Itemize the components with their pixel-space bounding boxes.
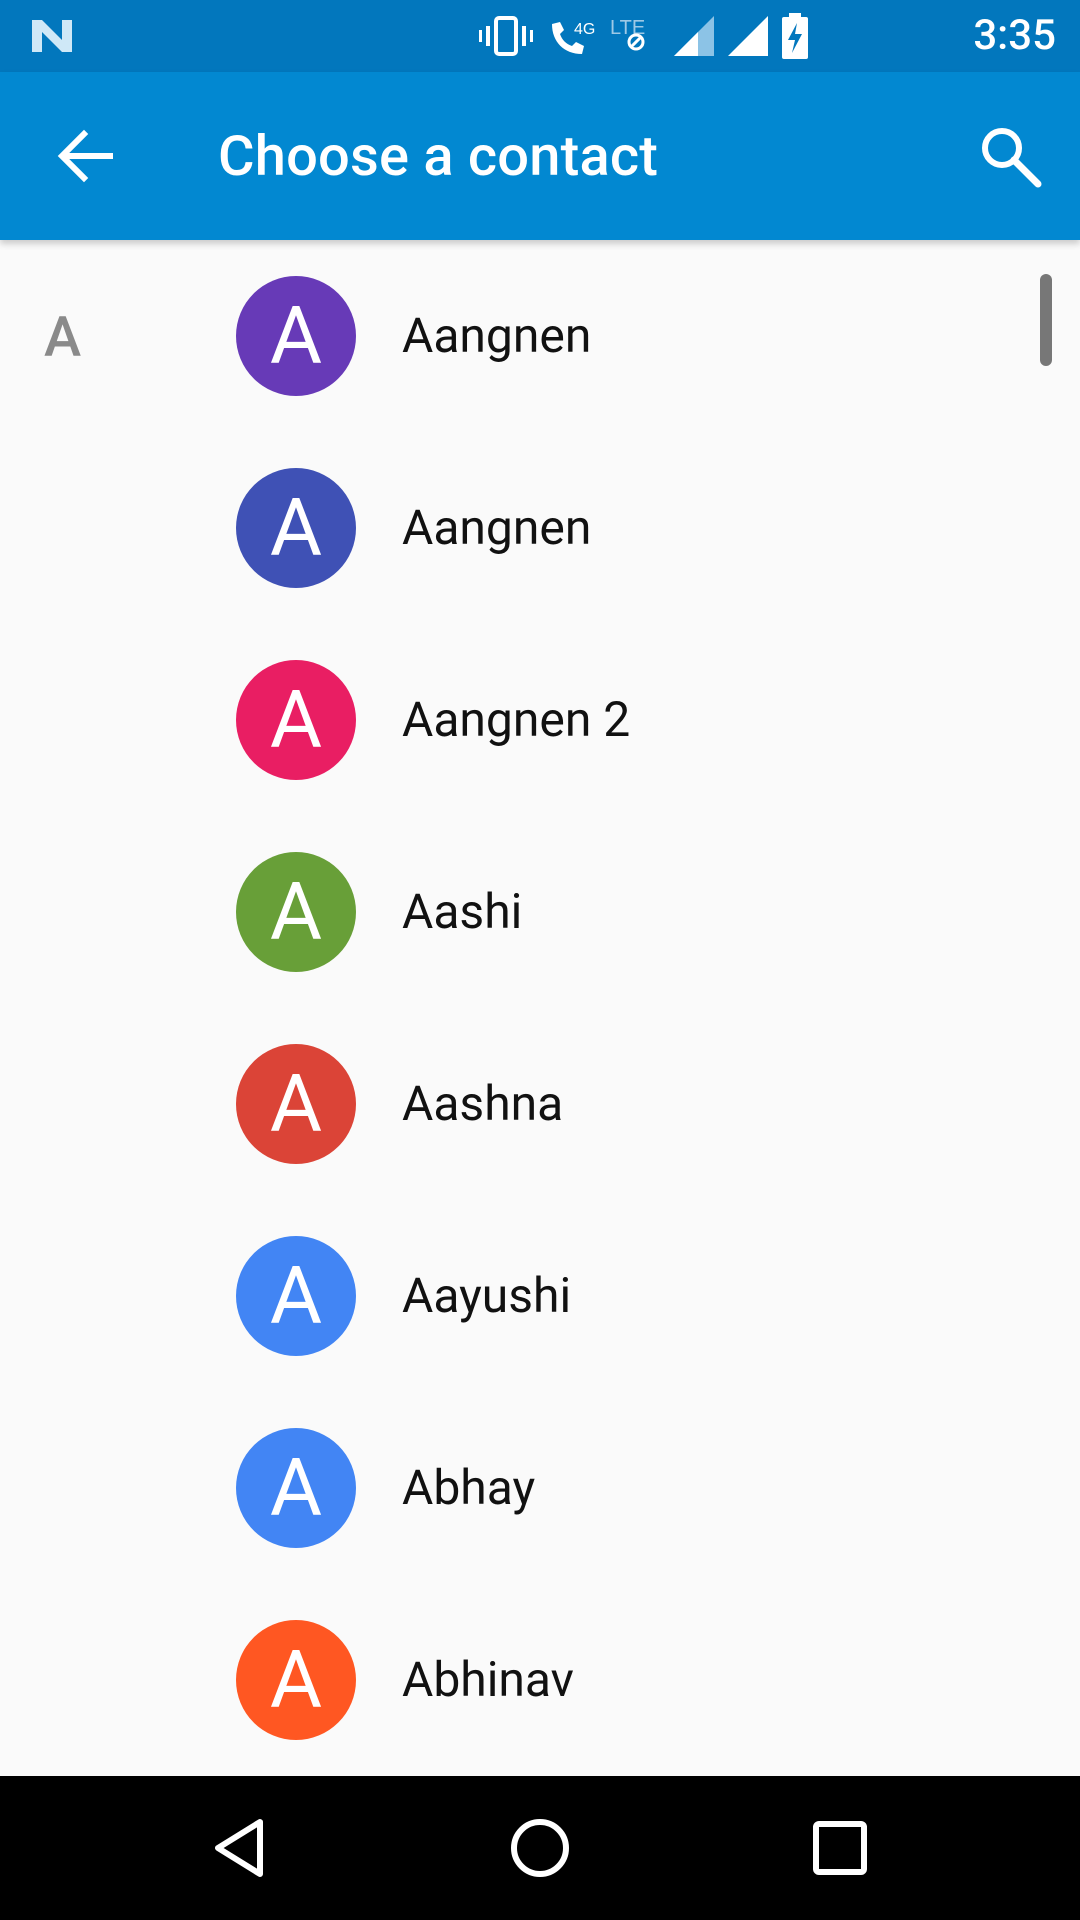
- back-arrow-icon[interactable]: [54, 124, 118, 188]
- nav-recents-icon[interactable]: [804, 1812, 876, 1884]
- contact-row[interactable]: A Aangnen 2: [0, 624, 1080, 816]
- status-bar: 4G LTE 3:35: [0, 0, 1080, 72]
- contact-row[interactable]: A Aangnen: [0, 240, 1080, 432]
- nav-back-icon[interactable]: [204, 1812, 276, 1884]
- contact-list[interactable]: A A Aangnen A Aangnen A Aangnen 2 A Aash…: [0, 240, 1080, 1776]
- avatar-initial: A: [269, 1441, 323, 1535]
- contact-name: Aangnen: [402, 499, 592, 556]
- contact-name: Aayushi: [402, 1267, 572, 1324]
- page-title: Choose a contact: [218, 123, 659, 189]
- contact-name: Aashna: [402, 1075, 564, 1132]
- avatar-initial: A: [269, 289, 323, 383]
- avatar-initial: A: [269, 1249, 323, 1343]
- status-icons: 4G LTE: [478, 13, 810, 59]
- battery-charging-icon: [782, 13, 808, 59]
- avatar-initial: A: [269, 673, 323, 767]
- contact-row[interactable]: A Aayushi: [0, 1200, 1080, 1392]
- contact-avatar: A: [236, 276, 356, 396]
- contact-avatar: A: [236, 468, 356, 588]
- contact-avatar: A: [236, 852, 356, 972]
- contact-name: Aangnen 2: [402, 691, 631, 748]
- signal-full-icon: [728, 16, 768, 56]
- avatar-initial: A: [269, 1057, 323, 1151]
- lte-icon: LTE: [610, 17, 645, 51]
- contact-avatar: A: [236, 1620, 356, 1740]
- contact-row[interactable]: A Abhay: [0, 1392, 1080, 1584]
- signal-icon: [674, 16, 714, 56]
- network-4g-label: 4G: [574, 21, 595, 38]
- call-4g-icon: 4G: [552, 21, 595, 54]
- avatar-initial: A: [269, 865, 323, 959]
- status-clock: 3:35: [973, 11, 1056, 60]
- contact-avatar: A: [236, 660, 356, 780]
- contact-avatar: A: [236, 1044, 356, 1164]
- contact-name: Aashi: [402, 883, 523, 940]
- vibrate-icon: [479, 16, 533, 56]
- app-bar: Choose a contact: [0, 72, 1080, 240]
- avatar-initial: A: [269, 481, 323, 575]
- search-icon[interactable]: [976, 122, 1044, 190]
- contact-row[interactable]: A Abhinav: [0, 1584, 1080, 1776]
- android-n-icon: [32, 20, 72, 52]
- contact-avatar: A: [236, 1236, 356, 1356]
- nav-home-icon[interactable]: [504, 1812, 576, 1884]
- contact-name: Abhinav: [402, 1651, 574, 1708]
- navigation-bar: [0, 1776, 1080, 1920]
- avatar-initial: A: [269, 1633, 323, 1727]
- contact-avatar: A: [236, 1428, 356, 1548]
- contact-name: Abhay: [402, 1459, 536, 1516]
- contact-row[interactable]: A Aashna: [0, 1008, 1080, 1200]
- contact-row[interactable]: A Aashi: [0, 816, 1080, 1008]
- contact-row[interactable]: A Aangnen: [0, 432, 1080, 624]
- contact-name: Aangnen: [402, 307, 592, 364]
